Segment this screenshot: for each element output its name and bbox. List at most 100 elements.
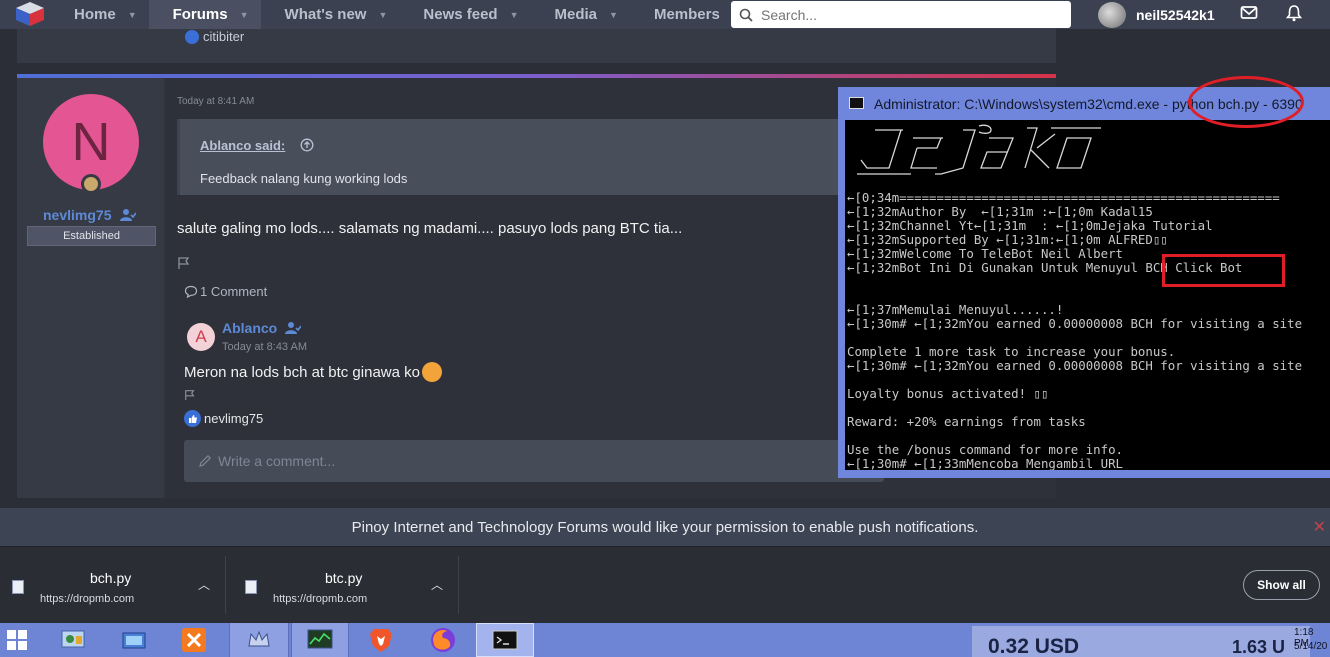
- firefox-icon: [431, 628, 455, 652]
- download-item[interactable]: bch.py https://dropmb.com ︿: [0, 556, 226, 614]
- previous-post-likes[interactable]: citibiter: [185, 29, 244, 44]
- nav-whats-new[interactable]: What's new ▼: [261, 0, 400, 29]
- account-menu[interactable]: neil52542k1: [1098, 1, 1215, 28]
- mail-icon[interactable]: [1240, 5, 1258, 21]
- avatar-letter: N: [71, 112, 111, 172]
- comment-timestamp[interactable]: Today at 8:43 AM: [222, 341, 307, 353]
- console-app-icon: [849, 97, 864, 109]
- thumbs-up-icon: [184, 410, 201, 427]
- task-manager-icon: [307, 629, 333, 649]
- post-author-name[interactable]: nevlimg75: [43, 207, 111, 223]
- flag-icon[interactable]: [184, 389, 196, 401]
- arrow-up-circle-icon[interactable]: [300, 138, 314, 152]
- taskbar-app[interactable]: [229, 623, 289, 657]
- file-explorer-icon: [122, 632, 146, 649]
- grinning-sweat-emoji-icon: [421, 362, 442, 382]
- console-line: Reward: +20% earnings from tasks: [847, 414, 1086, 429]
- taskbar-file-explorer[interactable]: [104, 623, 164, 657]
- taskbar-control-panel[interactable]: [44, 623, 104, 657]
- user-badge-icon: [120, 209, 136, 221]
- taskbar-command-prompt[interactable]: [476, 623, 534, 657]
- annotation-red-box: [1162, 254, 1285, 287]
- chevron-down-icon[interactable]: ▼: [128, 10, 137, 20]
- comment-liker-name[interactable]: nevlimg75: [204, 411, 263, 426]
- push-notification-banner: Pinoy Internet and Technology Forums wou…: [0, 508, 1330, 546]
- download-source-url: https://dropmb.com: [40, 593, 135, 605]
- nav-members-label: Members: [653, 6, 720, 23]
- comment-bubble-icon: [184, 285, 198, 298]
- console-line: ←[0;34m=================================…: [847, 190, 1280, 205]
- comment-author-name[interactable]: Ablanco: [222, 320, 277, 336]
- download-item[interactable]: btc.py https://dropmb.com ︿: [233, 556, 459, 614]
- chevron-down-icon[interactable]: ▼: [378, 10, 387, 20]
- chevron-down-icon[interactable]: ▼: [240, 10, 249, 20]
- bell-icon[interactable]: [1286, 4, 1302, 22]
- show-all-downloads-button[interactable]: Show all: [1243, 570, 1320, 600]
- comments-toggle[interactable]: 1 Comment: [184, 284, 267, 299]
- ticker-usd-value: 0.32 USD: [988, 635, 1080, 657]
- search-box[interactable]: [731, 1, 1071, 28]
- downloads-bar: bch.py https://dropmb.com ︿ btc.py https…: [0, 546, 1330, 623]
- ticker-secondary-value: 1.63 U: [1232, 637, 1286, 657]
- comments-count: 1 Comment: [200, 284, 268, 299]
- nav-media-label: Media: [554, 6, 598, 23]
- site-logo[interactable]: [0, 0, 50, 29]
- xampp-icon: [182, 628, 206, 652]
- ascii-art-banner: [857, 124, 1101, 175]
- account-username[interactable]: neil52542k1: [1136, 7, 1215, 23]
- previous-post-footer: citibiter: [17, 29, 1056, 63]
- post-body-text: salute galing mo lods.... salamats ng ma…: [177, 220, 683, 237]
- previous-post-liker[interactable]: citibiter: [203, 29, 244, 44]
- chevron-down-icon[interactable]: ▼: [609, 10, 618, 20]
- quote-text: Feedback nalang kung working lods: [200, 171, 408, 186]
- avatar[interactable]: A: [187, 323, 215, 351]
- download-source-url: https://dropmb.com: [273, 593, 368, 605]
- post-timestamp[interactable]: Today at 8:41 AM: [177, 96, 254, 107]
- taskbar-xampp[interactable]: [164, 623, 224, 657]
- write-comment-input[interactable]: Write a comment...: [184, 440, 884, 482]
- flag-icon[interactable]: [177, 256, 191, 270]
- nav-forums-label: Forums: [172, 6, 228, 23]
- console-line: ←[1;37mMemulai Menuyul......!: [847, 302, 1064, 317]
- nav-media[interactable]: Media ▼: [531, 0, 630, 29]
- nav-home-label: Home: [74, 6, 116, 23]
- console-line: ←[1;32mAuthor By ←[1;31m :←[1;0m Kadal15: [847, 204, 1153, 219]
- comment-text: Meron na lods bch at btc ginawa ko: [184, 363, 420, 381]
- nav-whats-new-label: What's new: [284, 6, 367, 23]
- chevron-up-icon[interactable]: ︿: [198, 576, 210, 593]
- brave-browser-icon: [370, 629, 392, 652]
- taskbar-firefox[interactable]: [413, 623, 473, 657]
- push-notification-text: Pinoy Internet and Technology Forums wou…: [351, 518, 979, 536]
- quote-block: Ablanco said: Feedback nalang kung worki…: [177, 119, 877, 195]
- search-input[interactable]: [761, 6, 1061, 23]
- console-line: ←[1;30m# ←[1;32mYou earned 0.00000008 BC…: [847, 316, 1303, 331]
- comment-item: A Ablanco Today at 8:43 AM Meron na lods…: [184, 315, 884, 415]
- chevron-down-icon[interactable]: ▼: [510, 10, 519, 20]
- console-line: Loyalty bonus activated! ▯▯: [847, 386, 1049, 401]
- post-user-column: N nevlimg75 Established: [17, 78, 165, 498]
- taskbar-clock-date[interactable]: 5/14/20: [1294, 641, 1327, 652]
- console-output[interactable]: ←[0;34m=================================…: [845, 120, 1330, 470]
- python-file-icon: [12, 580, 24, 594]
- crown-app-icon: [248, 630, 270, 647]
- close-icon[interactable]: ✕: [1313, 517, 1326, 537]
- control-panel-icon: [61, 630, 85, 648]
- nav-news-feed[interactable]: News feed ▼: [399, 0, 530, 29]
- nav-home[interactable]: Home ▼: [50, 0, 149, 29]
- pencil-icon: [199, 454, 212, 467]
- chevron-up-icon[interactable]: ︿: [431, 576, 443, 593]
- taskbar-brave[interactable]: [351, 623, 411, 657]
- nav-forums[interactable]: Forums ▼: [148, 0, 261, 29]
- user-badge-icon: [285, 322, 301, 334]
- quote-author-link[interactable]: Ablanco said:: [200, 138, 285, 153]
- start-button[interactable]: [0, 623, 34, 657]
- console-line: Use the /bonus command for more info.: [847, 442, 1124, 457]
- taskbar-task-manager[interactable]: [291, 623, 349, 657]
- console-line: ←[1;32mWelcome To TeleBot Neil Albert: [847, 246, 1124, 261]
- avatar[interactable]: [1098, 1, 1126, 28]
- annotation-red-ellipse: [1188, 76, 1304, 128]
- comment-body-text: Meron na lods bch at btc ginawa ko: [184, 362, 442, 382]
- search-icon: [739, 8, 753, 22]
- comment-likes[interactable]: nevlimg75: [184, 410, 263, 427]
- console-line: ←[1;32mSupported By ←[1;31m:←[1;0m ALFRE…: [847, 232, 1168, 247]
